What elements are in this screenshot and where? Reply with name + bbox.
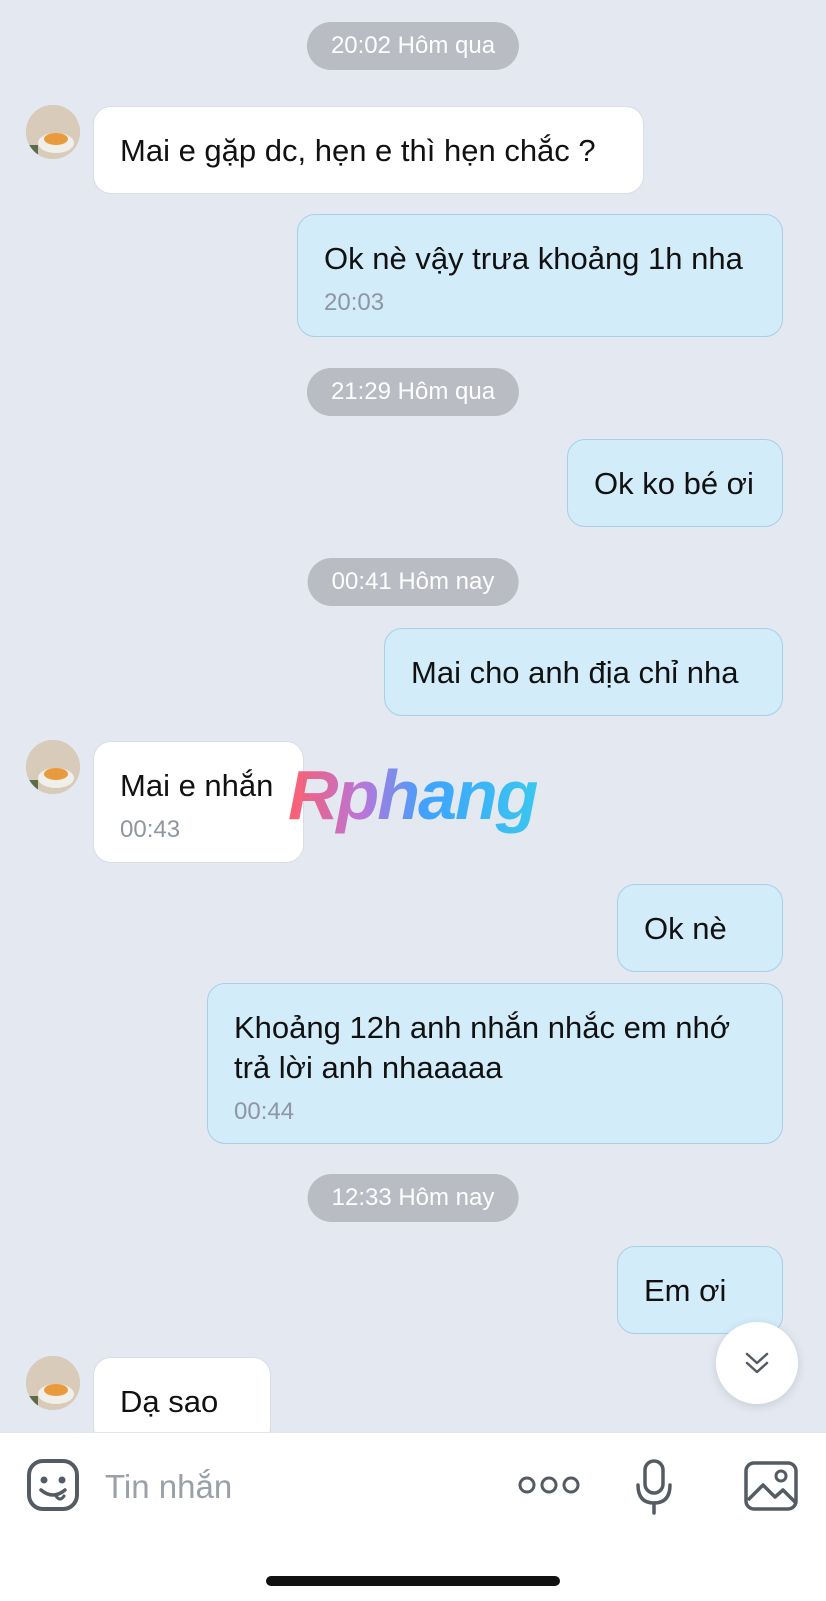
message-text: Em ơi (644, 1273, 727, 1308)
image-icon[interactable] (743, 1460, 799, 1517)
message-incoming[interactable]: Dạ sao ạ (93, 1357, 271, 1432)
message-time: 20:03 (324, 289, 385, 316)
message-outgoing[interactable]: Ok nè vậy trưa khoảng 1h nha 20:03 (297, 214, 783, 337)
chevron-double-down-icon (745, 1352, 769, 1374)
message-text: Ok nè vậy trưa khoảng 1h nha (324, 241, 743, 276)
avatar[interactable] (26, 1356, 80, 1410)
message-input[interactable]: Tin nhắn (105, 1468, 232, 1506)
message-outgoing[interactable]: Mai cho anh địa chỉ nha (384, 628, 783, 716)
message-time: 00:44 (234, 1098, 295, 1125)
time-separator: 12:33 Hôm nay (307, 1174, 519, 1222)
message-outgoing[interactable]: Ok nè (617, 884, 783, 972)
message-text: Khoảng 12h anh nhắn nhắc em nhớ trả lời … (234, 1010, 731, 1085)
message-outgoing[interactable]: Khoảng 12h anh nhắn nhắc em nhớ trả lời … (207, 983, 783, 1144)
avatar[interactable] (26, 105, 80, 159)
message-text: Dạ sao ạ (120, 1384, 219, 1432)
message-time: 00:43 (120, 816, 181, 843)
message-incoming[interactable]: Mai e gặp dc, hẹn e thì hẹn chắc ? (93, 106, 644, 194)
watermark-logo: Rphang (288, 756, 539, 834)
message-outgoing[interactable]: Ok ko bé ơi (567, 439, 783, 527)
microphone-icon[interactable] (634, 1458, 674, 1521)
message-text: Ok nè (644, 911, 727, 946)
sticker-icon[interactable] (26, 1458, 80, 1517)
time-separator: 21:29 Hôm qua (306, 368, 520, 416)
chat-area[interactable]: 20:02 Hôm qua Mai e gặp dc, hẹn e thì hẹ… (0, 0, 826, 1432)
message-text: Mai e nhắn (120, 768, 274, 803)
message-text: Ok ko bé ơi (594, 466, 754, 501)
time-separator: 20:02 Hôm qua (306, 22, 520, 70)
message-incoming[interactable]: Mai e nhắn 00:43 (93, 741, 304, 863)
message-text: Mai cho anh địa chỉ nha (411, 655, 739, 690)
home-indicator (266, 1576, 560, 1586)
message-text: Mai e gặp dc, hẹn e thì hẹn chắc ? (120, 133, 596, 168)
more-icon[interactable] (518, 1472, 580, 1503)
message-outgoing[interactable]: Em ơi (617, 1246, 783, 1334)
avatar[interactable] (26, 740, 80, 794)
time-separator: 00:41 Hôm nay (307, 558, 519, 606)
scroll-to-bottom-button[interactable] (716, 1322, 798, 1404)
